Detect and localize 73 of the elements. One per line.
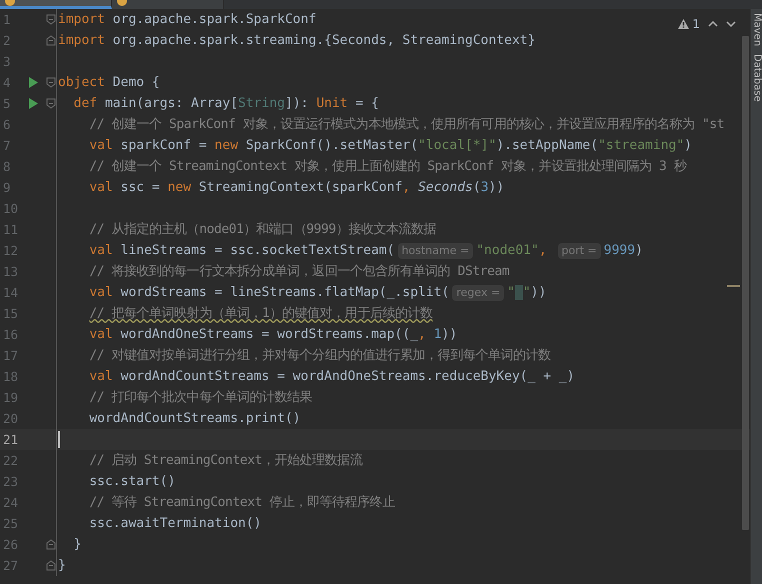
code-text: val lineStreams = ssc.socketTextStream(	[89, 242, 395, 260]
parameter-hint: hostname =	[398, 242, 474, 258]
code-line: wordAndCountStreams.print()	[88, 410, 301, 428]
line-number: 17	[2, 347, 20, 365]
chevron-up-icon[interactable]	[708, 21, 718, 27]
code-line: // 把每个单词映射为（单词，1）的键值对，用于后续的计数	[88, 305, 433, 323]
line-number: 14	[2, 284, 20, 302]
chevron-down-icon[interactable]	[726, 21, 736, 27]
line-number: 2	[2, 32, 12, 50]
parameter-hint: regex =	[452, 284, 504, 300]
code-line: val ssc = new StreamingContext(sparkConf, Seconds(3))	[88, 179, 504, 197]
code-text: "node01",	[476, 242, 548, 260]
line-number: 13	[2, 263, 20, 281]
fold-icon[interactable]	[46, 98, 56, 109]
code-line: import org.apache.spark.SparkConf	[57, 11, 316, 29]
code-line: }	[57, 557, 66, 575]
code-text: " "))	[507, 284, 546, 302]
line-number: 11	[2, 221, 20, 239]
code-line: // 将接收到的每一行文本拆分成单词，返回一个包含所有单词的 DStream	[88, 263, 510, 281]
fold-icon[interactable]	[46, 14, 56, 25]
code-line: val wordAndCountStreams = wordAndOneStreams.reduceByKey(_ + _)	[88, 368, 575, 386]
code-line: // 对键值对按单词进行分组，并对每个分组内的值进行累加，得到每个单词的计数	[88, 347, 551, 365]
editor-tab[interactable]	[0, 0, 112, 9]
code-line: def main(args: Array[String]): Unit = {	[72, 95, 379, 113]
parameter-hint: port =	[558, 242, 601, 258]
code-line: val wordAndOneStreams = wordStreams.map((_, 1))	[88, 326, 458, 344]
line-number: 27	[2, 557, 20, 575]
code-line: ssc.awaitTermination()	[88, 515, 262, 533]
line-number: 19	[2, 389, 20, 407]
warning-count: 1	[692, 16, 700, 33]
code-line: // 打印每个批次中每个单词的计数结果	[88, 389, 312, 407]
text-cursor	[58, 431, 60, 448]
fold-icon[interactable]	[46, 560, 56, 571]
line-number: 15	[2, 305, 20, 323]
line-number: 20	[2, 410, 20, 428]
line-number: 12	[2, 242, 20, 260]
fold-icon[interactable]	[46, 35, 56, 46]
line-number: 21	[2, 431, 20, 449]
line-number: 26	[2, 536, 20, 554]
line-number: 1	[2, 11, 12, 29]
line-number: 5	[2, 95, 12, 113]
line-number: 9	[2, 179, 12, 197]
line-number: 10	[2, 200, 20, 218]
line-number: 16	[2, 326, 20, 344]
fold-icon[interactable]	[46, 539, 56, 550]
run-icon[interactable]	[29, 77, 38, 88]
line-number: 18	[2, 368, 20, 386]
line-number: 25	[2, 515, 20, 533]
line-number: 4	[2, 74, 12, 92]
code-line: object Demo {	[57, 74, 160, 92]
code-line: // 创建一个 StreamingContext 对象，使用上面创建的 SparkConf 对象，并设置批处理间隔为 3 秒	[88, 158, 686, 176]
code-line: // 从指定的主机（node01）和端口（9999）接收文本流数据	[88, 221, 436, 239]
line-number: 23	[2, 473, 20, 491]
line-number: 6	[2, 116, 12, 134]
code-text: val wordStreams = lineStreams.flatMap(_.split(	[89, 284, 450, 302]
line-number: 7	[2, 137, 12, 155]
run-icon[interactable]	[29, 98, 38, 109]
warning-icon[interactable]	[678, 19, 690, 29]
code-line: // 启动 StreamingContext，开始处理数据流	[88, 452, 362, 470]
line-number: 3	[2, 53, 12, 71]
code-line: import org.apache.spark.streaming.{Seconds, StreamingContext}	[57, 32, 536, 50]
line-number: 24	[2, 494, 20, 512]
line-number: 8	[2, 158, 12, 176]
line-number: 22	[2, 452, 20, 470]
code-line: ssc.start()	[88, 473, 176, 491]
code-line: val sparkConf = new SparkConf().setMaster("local[*]").setAppName("streaming")	[88, 137, 692, 155]
code-line: // 等待 StreamingContext 停止，即等待程序终止	[88, 494, 395, 512]
code-line: }	[72, 536, 82, 554]
scrollbar-thumb[interactable]	[742, 36, 749, 530]
editor-tab[interactable]	[112, 0, 224, 9]
fold-icon[interactable]	[46, 77, 56, 88]
code-line: // 创建一个 SparkConf 对象，设置运行模式为本地模式，使用所有可用的核心，并设置应用程序的名称为 "st	[88, 116, 724, 134]
code-text: 9999)	[604, 242, 643, 260]
